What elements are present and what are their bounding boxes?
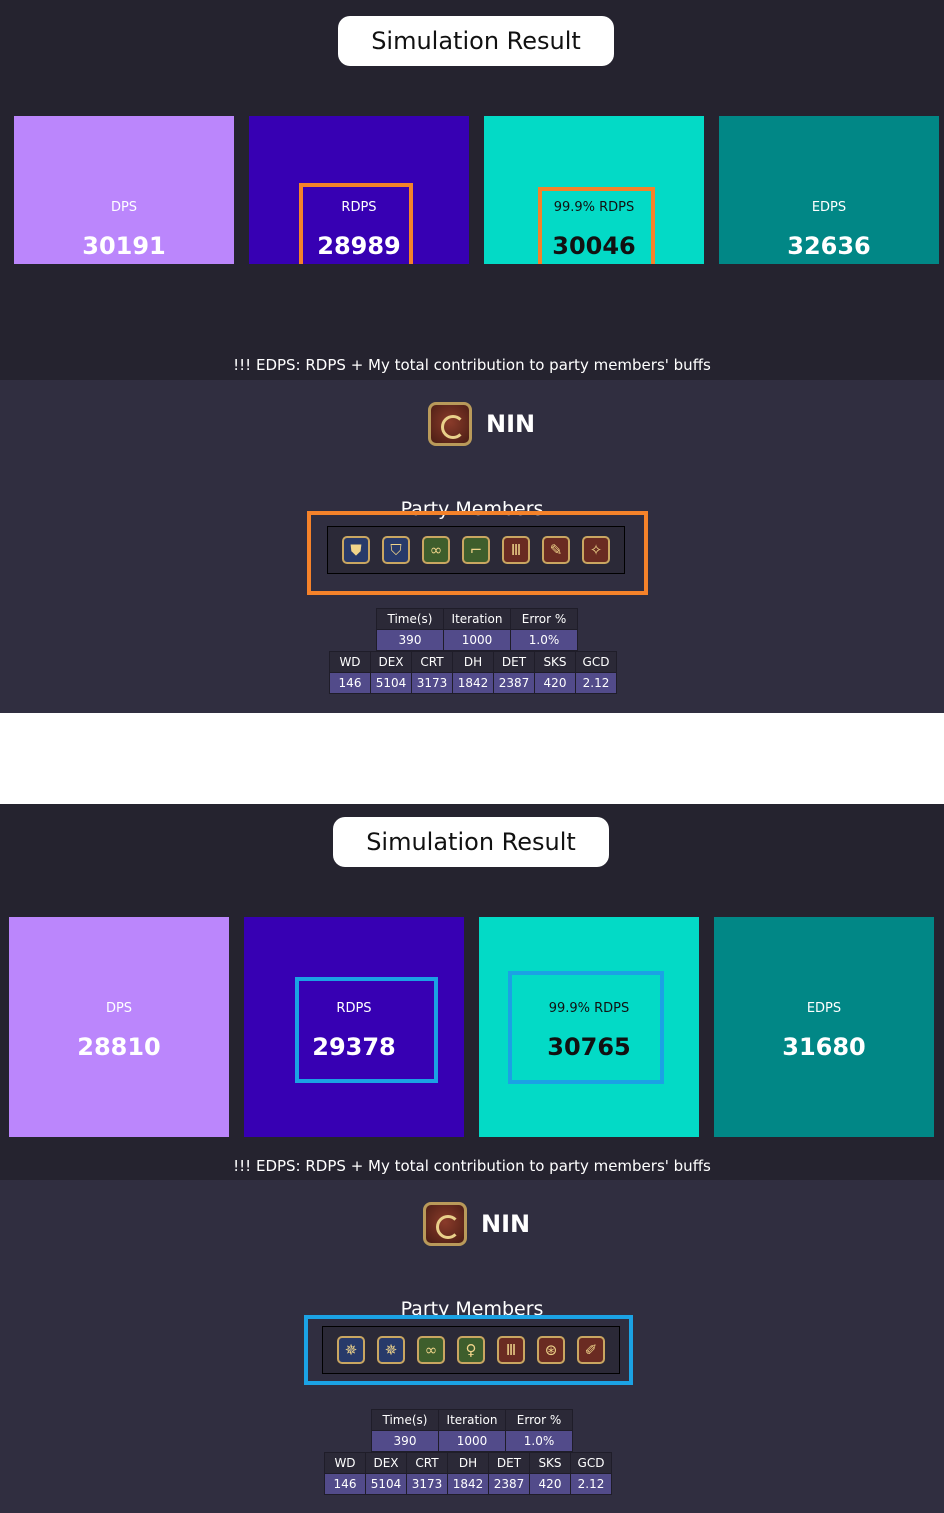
stat-value: 1842 — [452, 672, 494, 694]
sim-value-error: 1.0% — [510, 629, 578, 651]
sim-value-time: 390 — [371, 1430, 439, 1452]
stat-header: WD — [324, 1452, 366, 1474]
stat-header: CRT — [411, 651, 453, 673]
job-header: NIN — [423, 1202, 530, 1246]
edps-note: !!! EDPS: RDPS + My total contribution t… — [233, 1157, 711, 1175]
party-highlight — [307, 511, 648, 595]
sim-header-time: Time(s) — [371, 1409, 439, 1431]
result-1-details: NIN Party Members ⛊ ⛉ ∞ ⌐ Ⅲ ✎ ✧ Time(s) … — [0, 380, 944, 713]
result-2-details: NIN Party Members ✵ ✵ ∞ ♀ Ⅲ ⊛ ✐ Time(s) … — [0, 1180, 944, 1513]
stat-value: 420 — [529, 1473, 571, 1495]
simulation-result-title: Simulation Result — [333, 817, 609, 867]
edps-label: EDPS — [806, 1001, 842, 1016]
stats-table: WD DEX CRT DH DET SKS GCD 146 5104 3173 … — [324, 1452, 612, 1495]
stat-header: DET — [488, 1452, 530, 1474]
job-name: NIN — [486, 410, 536, 438]
edps-note: !!! EDPS: RDPS + My total contribution t… — [233, 356, 711, 374]
stat-header: DEX — [365, 1452, 407, 1474]
sim-header-iteration: Iteration — [438, 1409, 506, 1431]
sim-settings-table: Time(s) Iteration Error % 390 1000 1.0% — [371, 1409, 573, 1452]
edps-card: EDPS 31680 — [714, 917, 934, 1137]
stat-header: DH — [447, 1452, 489, 1474]
stat-value: 2.12 — [570, 1473, 612, 1495]
stat-header: WD — [329, 651, 371, 673]
result-1-summary: Simulation Result DPS 30191 RDPS 28989 9… — [0, 0, 944, 374]
stat-value: 2387 — [488, 1473, 530, 1495]
rdps-999-highlight — [508, 971, 664, 1084]
edps-label: EDPS — [811, 200, 847, 215]
party-highlight — [304, 1315, 633, 1385]
stat-value: 146 — [324, 1473, 366, 1495]
stat-value: 5104 — [370, 672, 412, 694]
sim-header-error: Error % — [510, 608, 578, 630]
stat-value: 2387 — [493, 672, 535, 694]
ninja-icon — [428, 402, 472, 446]
stat-header: DEX — [370, 651, 412, 673]
sim-header-error: Error % — [505, 1409, 573, 1431]
dps-label: DPS — [110, 200, 138, 215]
stat-value: 420 — [534, 672, 576, 694]
stat-header: GCD — [575, 651, 617, 673]
sim-value-iteration: 1000 — [438, 1430, 506, 1452]
ninja-icon — [423, 1202, 467, 1246]
dps-value: 28810 — [77, 1033, 161, 1061]
stat-header: SKS — [534, 651, 576, 673]
stat-value: 3173 — [411, 672, 453, 694]
stat-value: 1842 — [447, 1473, 489, 1495]
rdps-highlight — [299, 183, 413, 273]
stat-header: DH — [452, 651, 494, 673]
stat-value: 3173 — [406, 1473, 448, 1495]
edps-value: 32636 — [787, 232, 871, 260]
edps-value: 31680 — [782, 1033, 866, 1061]
stat-value: 146 — [329, 672, 371, 694]
sim-header-iteration: Iteration — [443, 608, 511, 630]
rdps-highlight — [295, 977, 438, 1083]
stat-value: 2.12 — [575, 672, 617, 694]
stat-header: SKS — [529, 1452, 571, 1474]
sim-value-error: 1.0% — [505, 1430, 573, 1452]
job-header: NIN — [428, 402, 535, 446]
sim-header-time: Time(s) — [376, 608, 444, 630]
simulation-result-title: Simulation Result — [338, 16, 614, 66]
sim-settings-table: Time(s) Iteration Error % 390 1000 1.0% — [376, 608, 578, 651]
sim-value-iteration: 1000 — [443, 629, 511, 651]
sim-value-time: 390 — [376, 629, 444, 651]
dps-value: 30191 — [82, 232, 166, 260]
job-name: NIN — [481, 1210, 531, 1238]
dps-card: DPS 28810 — [9, 917, 229, 1137]
stats-table: WD DEX CRT DH DET SKS GCD 146 5104 3173 … — [329, 651, 617, 694]
dps-label: DPS — [105, 1001, 133, 1016]
result-2-summary: Simulation Result DPS 28810 RDPS 29378 9… — [0, 804, 944, 1180]
stat-value: 5104 — [365, 1473, 407, 1495]
stat-header: CRT — [406, 1452, 448, 1474]
stat-header: GCD — [570, 1452, 612, 1474]
stat-header: DET — [493, 651, 535, 673]
